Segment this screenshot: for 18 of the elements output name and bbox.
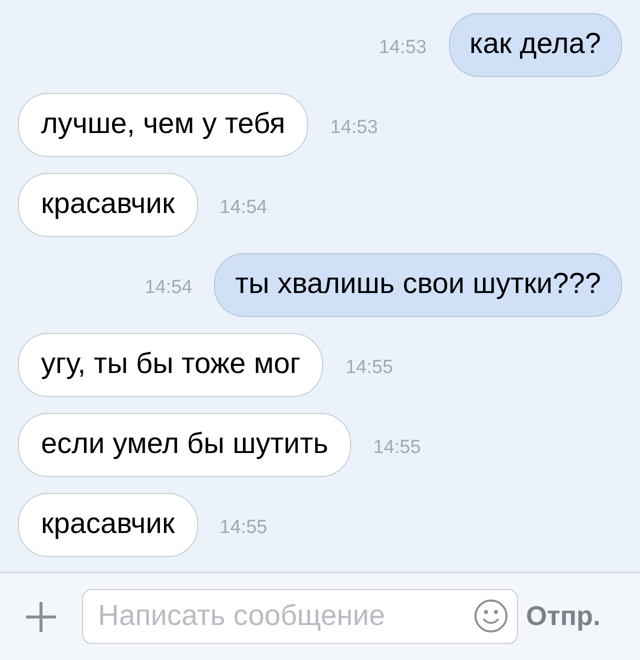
message-bubble: угу, ты бы тоже мог [18,333,324,397]
message-bubble: если умел бы шутить [18,413,352,477]
message-bubble: лучше, чем у тебя [18,93,308,157]
message-bubble: красавчик [18,173,198,237]
message-time: 14:55 [373,436,421,460]
message-bubble: красавчик [18,493,198,557]
message-time: 14:53 [378,36,427,60]
message-field[interactable]: Написать сообщение [82,589,518,644]
message-time: 14:55 [345,356,394,380]
send-button[interactable]: Отпр. [526,596,601,637]
message-time: 14:54 [144,276,192,300]
message-bubble: ты хвалишь свои шутки??? [214,253,622,317]
message-time: 14:53 [330,116,378,140]
smiley-icon[interactable] [474,599,508,633]
message-bubble: как дела? [448,13,622,77]
message-time: 14:54 [220,196,268,220]
plus-icon[interactable] [24,600,58,634]
message-time: 14:55 [220,516,268,540]
